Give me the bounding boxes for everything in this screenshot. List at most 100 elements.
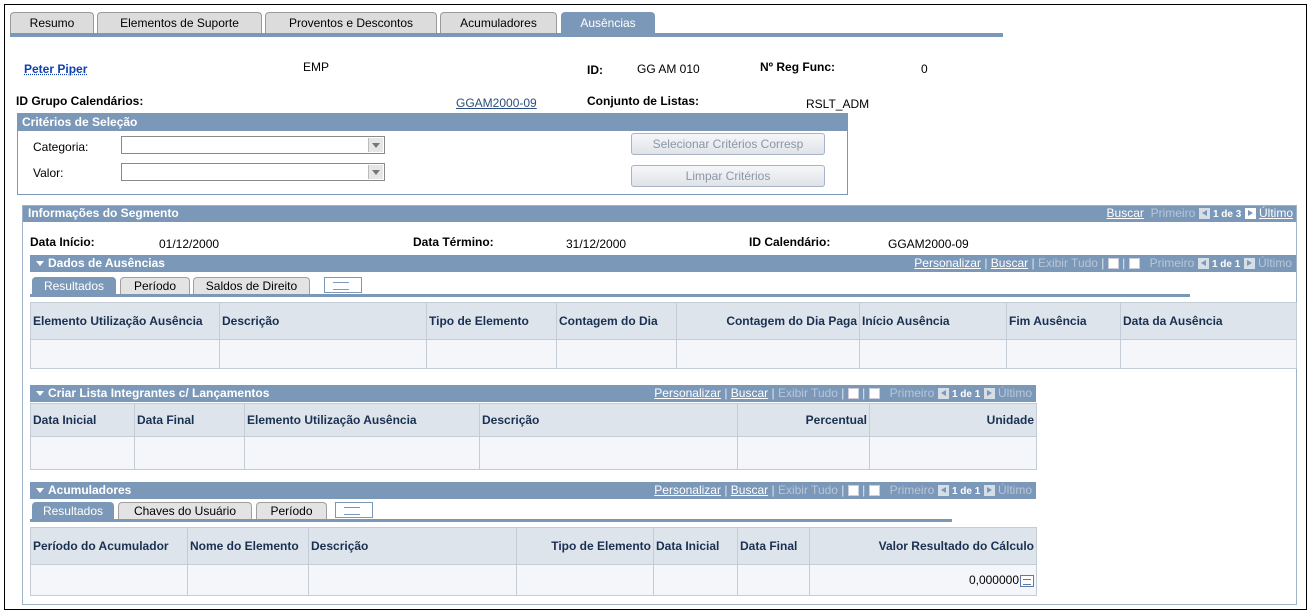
tab-elementos-suporte[interactable]: Elementos de Suporte	[97, 12, 262, 33]
table-cell	[219, 339, 427, 369]
show-all-columns-icon[interactable]	[335, 502, 373, 518]
absences-title[interactable]: Dados de Ausências	[36, 255, 165, 272]
column-header[interactable]: Tipo de Elemento	[426, 302, 557, 340]
download-grid-icon[interactable]	[1128, 258, 1140, 270]
table-cell	[479, 436, 738, 470]
download-grid-icon[interactable]	[868, 388, 880, 400]
next-arrow-icon	[983, 485, 995, 497]
calendar-group-link[interactable]: GGAM2000-09	[456, 96, 537, 110]
members-title[interactable]: Criar Lista Integrantes c/ Lançamentos	[36, 385, 269, 402]
start-date-label: Data Início:	[30, 235, 95, 249]
absences-bar: Dados de Ausências Personalizar | Buscar…	[30, 255, 1296, 272]
accumulators-title[interactable]: Acumuladores	[36, 482, 131, 499]
view-all-link: Exibir Tudo	[777, 386, 838, 400]
result-value: 0,000000	[968, 573, 1019, 587]
personalize-link[interactable]: Personalizar	[654, 386, 721, 400]
prev-arrow-icon	[1197, 258, 1209, 270]
table-cell	[653, 564, 738, 596]
value-select[interactable]	[121, 163, 385, 181]
column-header[interactable]: Período do Acumulador	[30, 527, 188, 565]
calendar-id-label: ID Calendário:	[749, 235, 831, 249]
employee-name-link[interactable]: Peter Piper	[24, 62, 87, 76]
accumulators-tab-period[interactable]: Período	[256, 502, 327, 519]
last-link: Último	[997, 483, 1032, 497]
column-header[interactable]: Nome do Elemento	[187, 527, 309, 565]
column-header[interactable]: Fim Ausência	[1006, 302, 1121, 340]
select-criteria-button[interactable]: Selecionar Critérios Corresp	[631, 133, 825, 155]
members-grid: Data Inicial Data Final Elemento Utiliza…	[30, 403, 1037, 470]
last-link: Último	[1257, 256, 1292, 270]
column-header[interactable]: Valor Resultado do Cálculo	[809, 527, 1037, 565]
search-link[interactable]: Buscar	[731, 386, 768, 400]
list-set-label: Conjunto de Listas:	[587, 94, 699, 108]
id-value: GG AM 010	[637, 62, 700, 76]
table-cell	[30, 564, 188, 596]
table-cell	[1006, 339, 1121, 369]
category-select[interactable]	[121, 136, 385, 154]
table-row	[30, 339, 1297, 369]
chevron-down-icon	[368, 165, 383, 179]
column-header[interactable]: Descrição	[479, 403, 738, 437]
accumulators-nav: Personalizar | Buscar | Exibir Tudo | | …	[654, 483, 1032, 497]
column-header[interactable]: Data Final	[134, 403, 245, 437]
absences-nav: Personalizar | Buscar | Exibir Tudo | | …	[914, 256, 1292, 270]
view-all-link: Exibir Tudo	[777, 483, 838, 497]
column-header[interactable]: Início Ausência	[859, 302, 1007, 340]
column-header[interactable]: Data da Ausência	[1120, 302, 1297, 340]
personalize-link[interactable]: Personalizar	[914, 256, 981, 270]
collapse-icon	[36, 391, 44, 397]
column-header[interactable]: Data Inicial	[653, 527, 738, 565]
table-cell	[134, 436, 245, 470]
members-title-text: Criar Lista Integrantes c/ Lançamentos	[48, 386, 270, 400]
last-link: Último	[997, 386, 1032, 400]
first-link: Primeiro	[889, 386, 935, 400]
first-link: Primeiro	[1149, 256, 1195, 270]
column-header[interactable]: Contagem do Dia Paga	[676, 302, 860, 340]
absences-title-text: Dados de Ausências	[48, 256, 165, 270]
column-header[interactable]: Descrição	[219, 302, 427, 340]
zoom-icon[interactable]	[1107, 258, 1119, 270]
prev-arrow-icon	[937, 485, 949, 497]
members-bar: Criar Lista Integrantes c/ Lançamentos P…	[30, 385, 1036, 402]
column-header[interactable]: Percentual	[737, 403, 870, 437]
tab-label: Acumuladores	[460, 16, 537, 30]
selection-criteria-title: Critérios de Seleção	[18, 114, 847, 131]
tab-label: Elementos de Suporte	[120, 16, 239, 30]
column-header[interactable]: Unidade	[869, 403, 1037, 437]
column-header[interactable]: Tipo de Elemento	[516, 527, 654, 565]
id-label: ID:	[587, 63, 603, 77]
tab-proventos-descontos[interactable]: Proventos e Descontos	[265, 12, 437, 33]
column-header[interactable]: Elemento Utilização Ausência	[30, 302, 220, 340]
search-link[interactable]: Buscar	[731, 483, 768, 497]
download-grid-icon[interactable]	[868, 485, 880, 497]
absences-tab-balances[interactable]: Saldos de Direito	[193, 277, 310, 294]
show-all-columns-icon[interactable]	[324, 277, 362, 293]
personalize-link[interactable]: Personalizar	[654, 483, 721, 497]
calculator-icon[interactable]	[1020, 574, 1034, 587]
clear-criteria-button[interactable]: Limpar Critérios	[631, 165, 825, 187]
accumulators-tab-results[interactable]: Resultados	[32, 502, 114, 519]
tab-ausencias[interactable]: Ausências	[561, 12, 655, 33]
tab-acumuladores[interactable]: Acumuladores	[440, 12, 557, 33]
column-header[interactable]: Descrição	[308, 527, 517, 565]
column-header[interactable]: Elemento Utilização Ausência	[244, 403, 480, 437]
accumulators-tab-user-keys[interactable]: Chaves do Usuário	[118, 502, 252, 519]
absences-tab-underline	[30, 294, 1190, 297]
zoom-icon[interactable]	[847, 485, 859, 497]
value-label: Valor:	[33, 166, 64, 180]
column-header[interactable]: Contagem do Dia	[556, 302, 677, 340]
collapse-icon	[36, 261, 44, 267]
absences-tab-results[interactable]: Resultados	[32, 277, 116, 294]
members-nav: Personalizar | Buscar | Exibir Tudo | | …	[654, 386, 1032, 400]
search-link[interactable]: Buscar	[991, 256, 1028, 270]
absences-tab-period[interactable]: Período	[120, 277, 190, 294]
column-header[interactable]: Data Final	[737, 527, 810, 565]
tab-resumo[interactable]: Resumo	[10, 12, 94, 33]
column-header[interactable]: Data Inicial	[30, 403, 135, 437]
start-date-value: 01/12/2000	[159, 237, 220, 251]
accumulators-grid: Período do Acumulador Nome do Elemento D…	[30, 527, 1037, 596]
result-value-cell: 0,000000	[809, 564, 1037, 596]
table-cell	[737, 436, 870, 470]
prev-arrow-icon	[937, 388, 949, 400]
zoom-icon[interactable]	[847, 388, 859, 400]
